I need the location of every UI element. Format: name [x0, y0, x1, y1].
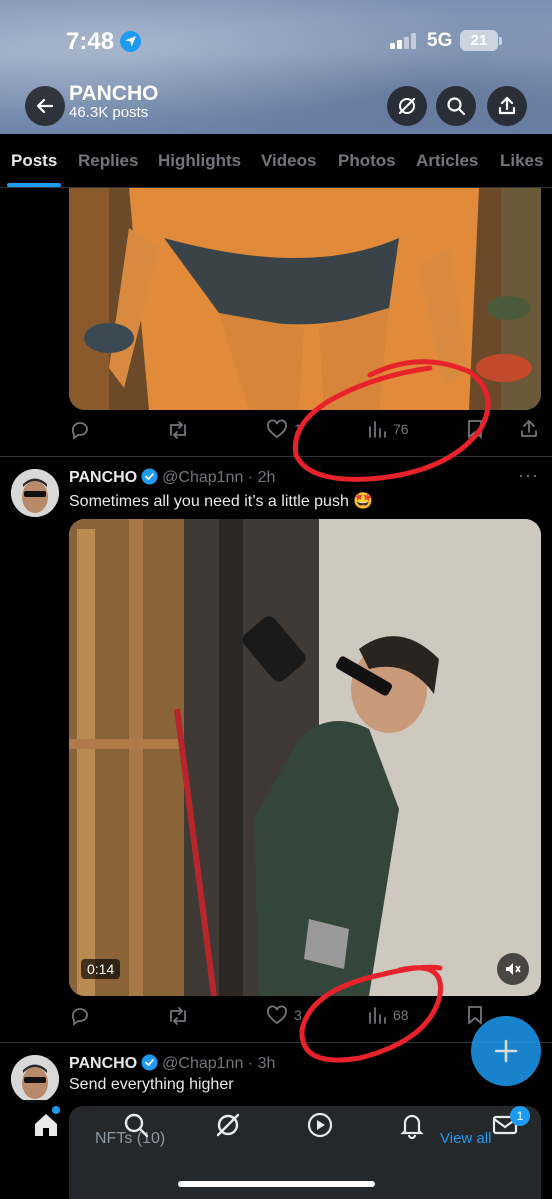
verified-badge-icon: [141, 1054, 158, 1071]
speaker-muted-icon: [506, 963, 521, 975]
tab-likes[interactable]: Likes: [500, 151, 543, 171]
share-icon: [521, 420, 537, 437]
like-button[interactable]: 3: [266, 1005, 302, 1025]
post-text: Sometimes all you need it’s a little pus…: [69, 493, 374, 510]
bookmark-button[interactable]: [466, 419, 484, 439]
view-count: 76: [393, 421, 409, 437]
tab-videos[interactable]: Videos: [261, 151, 316, 171]
post-video[interactable]: 0:14: [69, 519, 541, 996]
repost-button[interactable]: [166, 1005, 190, 1027]
reply-icon: [71, 422, 88, 440]
reply-button[interactable]: [69, 419, 91, 441]
author-handle[interactable]: @Chap1nn: [162, 1055, 243, 1072]
status-time: 7:48: [66, 28, 115, 55]
post-header: PANCHO @Chap1nn · 3h: [69, 1054, 275, 1073]
avatar-image: [11, 1055, 59, 1103]
heart-icon: [267, 419, 287, 439]
post-divider: [0, 456, 552, 457]
repost-icon: [170, 1007, 186, 1025]
repost-icon: [170, 421, 186, 439]
video-play-icon[interactable]: [305, 1110, 335, 1140]
active-tab-indicator: [7, 183, 61, 187]
post-actions: 3 68: [69, 1005, 541, 1029]
avatar-image: [11, 469, 59, 517]
like-count: 1: [294, 421, 302, 437]
plus-icon: [494, 1039, 518, 1063]
search-button[interactable]: [436, 86, 476, 126]
more-options-icon[interactable]: ···: [518, 465, 539, 486]
grok-button[interactable]: [387, 86, 427, 126]
bookmark-icon: [468, 420, 482, 439]
bar-chart-icon: [369, 1007, 386, 1024]
share-profile-button[interactable]: [487, 86, 527, 126]
bell-icon[interactable]: [397, 1110, 427, 1140]
like-button[interactable]: 1: [266, 419, 302, 439]
avatar[interactable]: [11, 1055, 59, 1103]
tab-photos[interactable]: Photos: [338, 151, 396, 171]
messages-badge: 1: [510, 1106, 530, 1126]
home-icon[interactable]: [31, 1110, 61, 1140]
profile-post-count: 46.3K posts: [69, 104, 149, 121]
reply-icon: [71, 1008, 88, 1026]
author-name[interactable]: PANCHO: [69, 469, 137, 486]
post-image[interactable]: [69, 188, 541, 410]
tab-highlights[interactable]: Highlights: [158, 151, 241, 171]
profile-tabs: Posts Replies Highlights Videos Photos A…: [0, 134, 552, 188]
tab-replies[interactable]: Replies: [78, 151, 138, 171]
tab-articles[interactable]: Articles: [416, 151, 478, 171]
grok-icon: [398, 97, 416, 115]
grok-icon[interactable]: [213, 1110, 243, 1140]
network-type: 5G: [427, 30, 453, 51]
post-header: PANCHO @Chap1nn · 2h: [69, 468, 275, 487]
share-icon: [498, 96, 516, 115]
home-notification-dot: [52, 1106, 60, 1114]
mute-button[interactable]: [497, 953, 529, 985]
compose-button[interactable]: [471, 1016, 541, 1086]
share-post-button[interactable]: [519, 419, 539, 439]
bookmark-button[interactable]: [466, 1005, 484, 1025]
location-arrow-icon: [120, 31, 141, 52]
video-thumbnail: [69, 519, 541, 996]
battery-level: 21: [460, 30, 498, 51]
battery-tip: [499, 37, 502, 45]
view-all-link[interactable]: View all: [440, 1130, 491, 1147]
post-actions: 1 76: [69, 419, 541, 443]
back-button[interactable]: [25, 86, 65, 126]
avatar[interactable]: [11, 469, 59, 517]
signal-icon: [390, 33, 416, 49]
search-icon: [447, 97, 466, 116]
dot-separator: ·: [243, 469, 258, 486]
like-count: 3: [294, 1007, 302, 1023]
post-text: Send everything higher: [69, 1076, 234, 1093]
author-handle[interactable]: @Chap1nn: [162, 469, 243, 486]
tab-posts[interactable]: Posts: [11, 151, 57, 171]
view-count: 68: [393, 1007, 409, 1023]
reply-button[interactable]: [69, 1005, 91, 1027]
bookmark-icon: [468, 1006, 482, 1025]
search-icon[interactable]: [121, 1110, 151, 1140]
profile-name: PANCHO: [69, 82, 159, 105]
dot-separator: ·: [243, 1055, 258, 1072]
repost-button[interactable]: [166, 419, 190, 441]
profile-header: 7:48 5G 21 PANCHO 46.3K posts: [0, 0, 552, 134]
bar-chart-icon: [369, 421, 386, 438]
post-divider: [0, 1042, 552, 1043]
home-indicator: [178, 1181, 375, 1187]
video-duration: 0:14: [81, 959, 121, 979]
views-button[interactable]: 68: [367, 1005, 409, 1025]
views-button[interactable]: 76: [367, 419, 409, 439]
illustration-image: [69, 188, 541, 410]
post-time: 2h: [257, 469, 276, 486]
arrow-left-icon: [36, 98, 54, 114]
author-name[interactable]: PANCHO: [69, 1055, 137, 1072]
heart-icon: [267, 1005, 287, 1025]
post-time: 3h: [257, 1055, 276, 1072]
verified-badge-icon: [141, 468, 158, 485]
